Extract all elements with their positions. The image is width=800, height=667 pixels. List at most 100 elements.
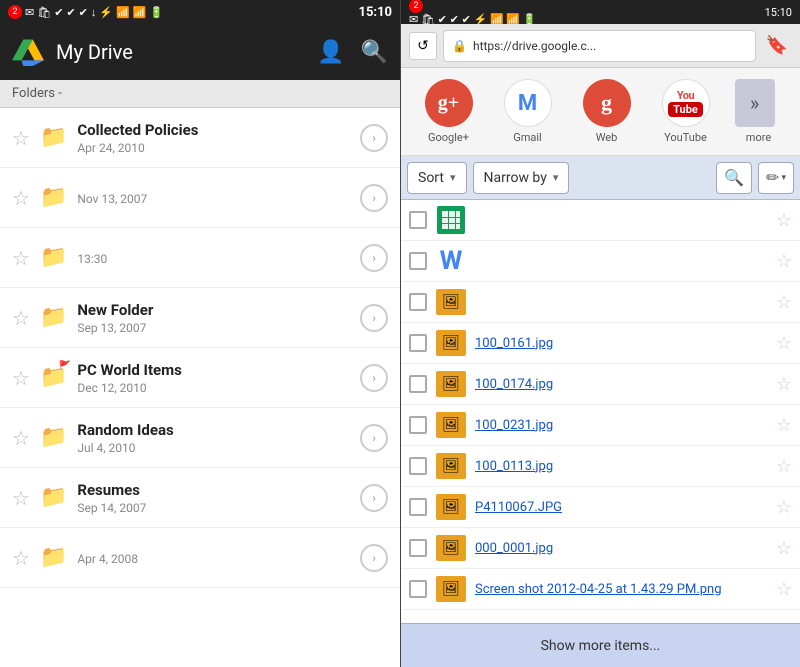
file-name[interactable]: 000_0001.jpg (475, 541, 770, 556)
bookmark-icon[interactable]: 🔖 (762, 31, 792, 60)
table-row[interactable]: W ☆ (401, 241, 800, 282)
file-checkbox[interactable] (409, 252, 427, 270)
star-icon[interactable]: ☆ (776, 374, 792, 395)
edit-button[interactable]: ✏ ▾ (758, 162, 794, 194)
file-name[interactable]: 100_0174.jpg (475, 377, 770, 392)
star-icon[interactable]: ☆ (776, 333, 792, 354)
file-thumbnail: 🖼 (435, 575, 467, 603)
folder-icon: 📁 (40, 185, 67, 210)
star-icon[interactable]: ☆ (12, 546, 30, 570)
star-icon[interactable]: ☆ (12, 246, 30, 270)
table-row[interactable]: 🖼 100_0231.jpg ☆ (401, 405, 800, 446)
chevron-icon[interactable]: › (360, 124, 388, 152)
browser-shortcuts: g+ Google+ M Gmail g Web (401, 79, 800, 144)
search-icon-right: 🔍 (724, 168, 744, 187)
add-account-icon[interactable]: 👤 (317, 40, 344, 65)
status-icons-left: 2 ✉ 🛍 ✔ ✔ ✔ ↓ ⚡ 📶 📶 🔋 (8, 5, 163, 19)
nav-icon-web[interactable]: g Web (577, 79, 637, 144)
star-icon[interactable]: ☆ (12, 306, 30, 330)
table-row[interactable]: 🖼 P4110067.JPG ☆ (401, 487, 800, 528)
edit-icon: ✏ (766, 168, 779, 187)
chevron-icon[interactable]: › (360, 184, 388, 212)
list-item[interactable]: ☆ 📁🚩 PC World Items Dec 12, 2010 › (0, 348, 400, 408)
narrow-by-button[interactable]: Narrow by ▾ (473, 162, 570, 194)
star-icon[interactable]: ☆ (12, 426, 30, 450)
star-icon[interactable]: ☆ (12, 126, 30, 150)
list-item[interactable]: ☆ 📁 13:30 › (0, 228, 400, 288)
file-info: Apr 4, 2008 (77, 550, 360, 566)
nav-icon-youtube[interactable]: You Tube YouTube (656, 79, 716, 144)
file-checkbox[interactable] (409, 580, 427, 598)
file-name[interactable]: Screen shot 2012-04-25 at 1.43.29 PM.png (475, 582, 770, 597)
star-icon[interactable]: ☆ (12, 186, 30, 210)
search-button[interactable]: 🔍 (716, 162, 752, 194)
file-info: Resumes Sep 14, 2007 (77, 481, 360, 515)
star-icon[interactable]: ☆ (776, 497, 792, 518)
chevron-icon[interactable]: › (360, 424, 388, 452)
show-more-button[interactable]: Show more items... (401, 623, 800, 667)
file-checkbox[interactable] (409, 457, 427, 475)
list-item[interactable]: ☆ 📁 New Folder Sep 13, 2007 › (0, 288, 400, 348)
file-checkbox[interactable] (409, 334, 427, 352)
star-icon[interactable]: ☆ (12, 486, 30, 510)
chevron-icon[interactable]: › (360, 484, 388, 512)
url-input-field[interactable]: 🔒 https://drive.google.c... (443, 30, 756, 62)
star-icon[interactable]: ☆ (776, 415, 792, 436)
file-name[interactable]: P4110067.JPG (475, 500, 770, 515)
browser-refresh-icon[interactable]: ↺ (409, 32, 437, 60)
star-icon[interactable]: ☆ (776, 579, 792, 600)
file-thumbnail: 🖼 (435, 493, 467, 521)
star-icon[interactable]: ☆ (776, 538, 792, 559)
chevron-icon[interactable]: › (360, 544, 388, 572)
file-name[interactable]: 100_0231.jpg (475, 418, 770, 433)
list-item[interactable]: ☆ 📁 Apr 4, 2008 › (0, 528, 400, 588)
file-name: Random Ideas (77, 421, 360, 439)
chevron-icon[interactable]: › (360, 364, 388, 392)
gmail-icon: M (504, 79, 552, 127)
file-checkbox[interactable] (409, 293, 427, 311)
nav-icon-gmail[interactable]: M Gmail (498, 79, 558, 144)
file-name[interactable]: 100_0113.jpg (475, 459, 770, 474)
status-icon-check2: ✔ (66, 6, 75, 19)
nav-icon-more[interactable]: » more (735, 79, 783, 144)
header-action-icons: 👤 🔍 (317, 40, 388, 65)
nav-icon-googleplus[interactable]: g+ Google+ (419, 79, 479, 144)
table-row[interactable]: 🖼 100_0174.jpg ☆ (401, 364, 800, 405)
image-icon: 🖼 (436, 576, 466, 602)
file-checkbox[interactable] (409, 375, 427, 393)
table-row[interactable]: 🖼 000_0001.jpg ☆ (401, 528, 800, 569)
folders-label: Folders - (12, 86, 62, 101)
list-item[interactable]: ☆ 📁 Random Ideas Jul 4, 2010 › (0, 408, 400, 468)
folder-icon: 📁 (40, 125, 67, 150)
chevron-icon[interactable]: › (360, 244, 388, 272)
list-item[interactable]: ☆ 📁 Resumes Sep 14, 2007 › (0, 468, 400, 528)
right-panel: 2 ✉ 🛍 ✔ ✔ ✔ ⚡ 📶 📶 🔋 15:10 ↺ 🔒 https://dr… (400, 0, 800, 667)
table-row[interactable]: 🖼 100_0113.jpg ☆ (401, 446, 800, 487)
list-item[interactable]: ☆ 📁 Nov 13, 2007 › (0, 168, 400, 228)
show-more-label: Show more items... (541, 638, 661, 654)
file-checkbox[interactable] (409, 211, 427, 229)
file-date: Nov 13, 2007 (77, 192, 360, 206)
star-icon[interactable]: ☆ (776, 292, 792, 313)
file-checkbox[interactable] (409, 416, 427, 434)
drive-logo-icon (12, 38, 44, 66)
star-icon[interactable]: ☆ (12, 366, 30, 390)
list-item[interactable]: ☆ 📁 Collected Policies Apr 24, 2010 › (0, 108, 400, 168)
table-row[interactable]: 🖼 ☆ (401, 282, 800, 323)
lock-icon: 🔒 (452, 39, 467, 53)
image-icon: 🖼 (436, 330, 466, 356)
star-icon[interactable]: ☆ (776, 456, 792, 477)
star-icon[interactable]: ☆ (776, 210, 792, 231)
sort-button[interactable]: Sort ▾ (407, 162, 467, 194)
table-row[interactable]: ☆ (401, 200, 800, 241)
search-icon[interactable]: 🔍 (361, 40, 388, 65)
file-checkbox[interactable] (409, 539, 427, 557)
nav-label-youtube: YouTube (664, 131, 707, 144)
chevron-icon[interactable]: › (360, 304, 388, 332)
table-row[interactable]: 🖼 Screen shot 2012-04-25 at 1.43.29 PM.p… (401, 569, 800, 610)
star-icon[interactable]: ☆ (776, 251, 792, 272)
file-name: Collected Policies (77, 121, 360, 139)
file-checkbox[interactable] (409, 498, 427, 516)
table-row[interactable]: 🖼 100_0161.jpg ☆ (401, 323, 800, 364)
file-name[interactable]: 100_0161.jpg (475, 336, 770, 351)
